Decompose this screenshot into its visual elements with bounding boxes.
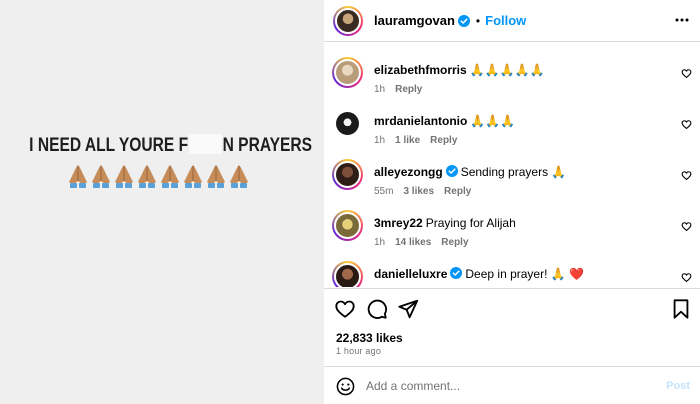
commenter-avatar[interactable]	[332, 210, 363, 241]
comment-body: 🙏🙏🙏	[470, 114, 516, 128]
verified-badge-icon	[450, 267, 463, 279]
comment-row: danielleluxre Deep in prayer! 🙏 ❤️	[324, 247, 700, 287]
comment-body: Praying for Alijah	[425, 216, 516, 230]
comment-text-line: danielleluxre Deep in prayer! 🙏 ❤️	[374, 267, 584, 281]
comment-like-heart-icon[interactable]	[681, 170, 692, 181]
comment-like-heart-icon[interactable]	[681, 221, 692, 232]
comment-text-line: mrdanielantonio 🙏🙏🙏	[374, 114, 515, 128]
prayer-hands-icon	[113, 163, 135, 189]
commenter-username[interactable]: danielleluxre	[374, 267, 447, 281]
prayer-hands-icon	[136, 163, 158, 189]
comment-text-line: alleyezongg Sending prayers 🙏	[374, 165, 566, 179]
verified-badge-icon	[445, 165, 458, 177]
more-options-icon[interactable]	[674, 14, 690, 26]
comment-body: Deep in prayer! 🙏 ❤️	[465, 267, 584, 281]
prayer-hands-icon	[182, 163, 204, 189]
comments-list[interactable]: elizabethfmorris 🙏🙏🙏🙏🙏 1h Reply mrdanielanto…	[324, 43, 700, 287]
verified-badge-icon	[457, 14, 470, 27]
comment-row: elizabethfmorris 🙏🙏🙏🙏🙏 1h Reply	[324, 43, 700, 95]
comment-input[interactable]	[366, 376, 646, 396]
prayer-hands-icon	[67, 163, 89, 189]
comment-composer: Post	[324, 367, 700, 404]
likes-count[interactable]: 22,833 likes	[336, 331, 403, 345]
commenter-username[interactable]: elizabethfmorris	[374, 63, 467, 77]
action-bar	[324, 290, 700, 326]
media-caption-left: I NEED ALL YOURE F	[29, 135, 189, 156]
separator-dot: •	[475, 13, 481, 28]
comment-row: alleyezongg Sending prayers 🙏 55m 3 likes Re…	[324, 145, 700, 197]
post-comment-button[interactable]: Post	[666, 380, 690, 392]
prayer-hands-icon	[228, 163, 250, 189]
share-send-icon[interactable]	[397, 298, 419, 320]
comment-like-heart-icon[interactable]	[681, 119, 692, 130]
like-heart-icon[interactable]	[334, 298, 356, 320]
prayer-emoji-row	[67, 163, 250, 189]
bookmark-save-icon[interactable]	[671, 298, 691, 320]
comment-body: Sending prayers 🙏	[460, 165, 567, 179]
comment-like-heart-icon[interactable]	[681, 272, 692, 283]
comment-row: 3mrey22 Praying for Alijah 1h 14 likes Reply	[324, 196, 700, 248]
post-timestamp: 1 hour ago	[336, 346, 382, 356]
author-avatar[interactable]	[333, 5, 363, 36]
commenter-username[interactable]: mrdanielantonio	[374, 114, 467, 128]
commenter-username[interactable]: 3mrey22	[374, 216, 423, 230]
commenter-avatar[interactable]	[332, 261, 363, 287]
commenter-avatar[interactable]	[332, 108, 363, 139]
censor-block	[188, 134, 222, 154]
follow-button[interactable]: Follow	[485, 13, 526, 28]
emoji-smiley-icon[interactable]	[336, 377, 355, 396]
comment-row: mrdanielantonio 🙏🙏🙏 1h 1 like Reply	[324, 94, 700, 146]
media-caption: I NEED ALL YOURE F N PRAYERS	[29, 134, 312, 157]
comment-text-line: elizabethfmorris 🙏🙏🙏🙏🙏	[374, 63, 544, 77]
commenter-username[interactable]: alleyezongg	[374, 165, 443, 179]
comment-bubble-icon[interactable]	[366, 298, 388, 320]
media-caption-right: N PRAYERS	[222, 135, 313, 156]
comment-like-heart-icon[interactable]	[681, 68, 692, 79]
comment-body: 🙏🙏🙏🙏🙏	[469, 63, 545, 77]
post-panel: lauramgovan • Follow elizabethfmorris 🙏🙏🙏…	[324, 0, 700, 404]
author-username[interactable]: lauramgovan	[374, 13, 455, 28]
commenter-avatar[interactable]	[332, 159, 363, 190]
prayer-hands-icon	[159, 163, 181, 189]
comment-text-line: 3mrey22 Praying for Alijah	[374, 216, 516, 230]
post-media[interactable]: I NEED ALL YOURE F N PRAYERS	[0, 0, 324, 404]
prayer-hands-icon	[205, 163, 227, 189]
prayer-hands-icon	[90, 163, 112, 189]
commenter-avatar[interactable]	[332, 57, 363, 88]
actions-divider	[324, 288, 700, 289]
post-header: lauramgovan • Follow	[324, 0, 700, 42]
